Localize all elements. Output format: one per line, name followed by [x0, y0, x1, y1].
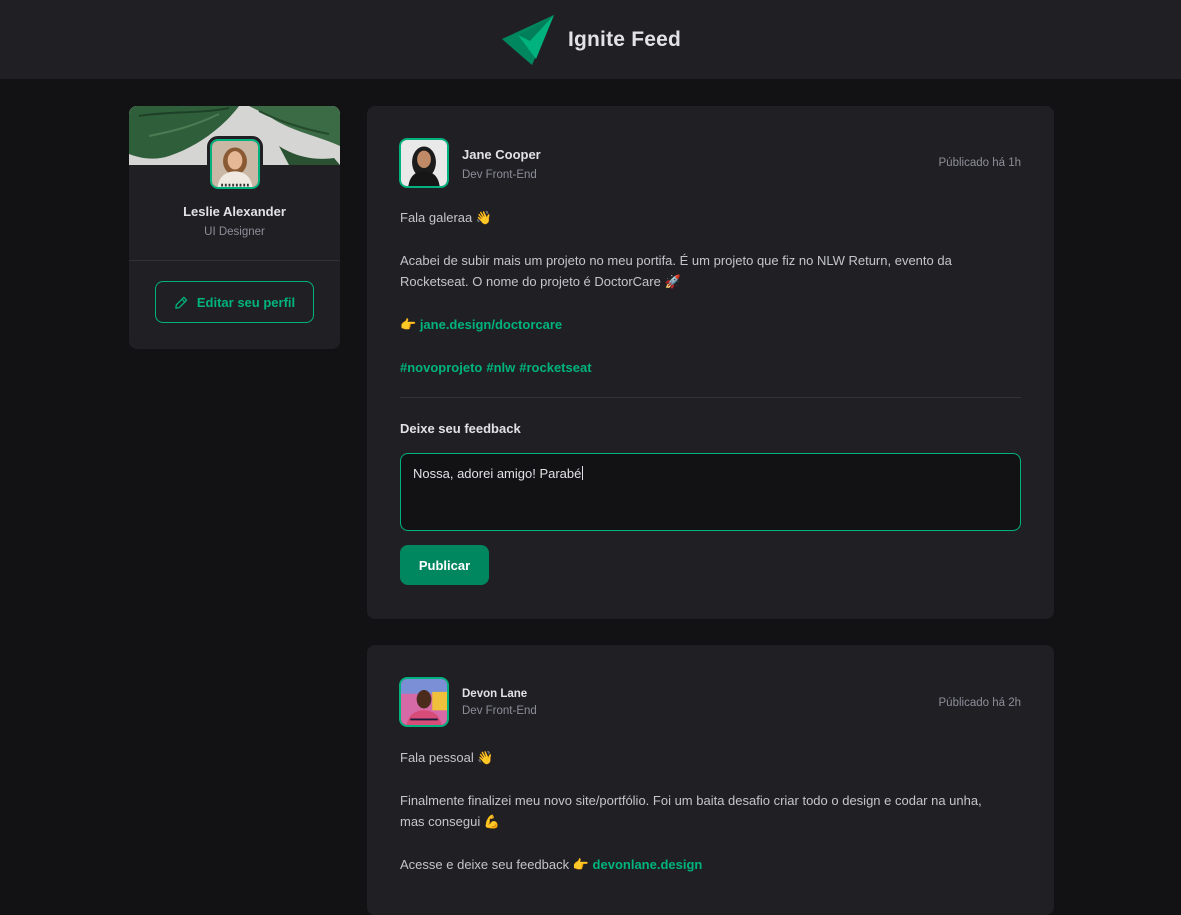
author-name[interactable]: Devon Lane	[462, 688, 527, 700]
profile-sidebar: Leslie Alexander UI Designer Editar seu …	[129, 106, 340, 349]
divider	[400, 397, 1021, 398]
pointing-hand-icon: 👉	[400, 317, 417, 332]
pointing-hand-icon: 👉	[572, 857, 589, 872]
published-time: Públicado há 1h	[938, 157, 1021, 169]
text-cursor	[582, 466, 584, 480]
post-body-line: Finalmente finalizei meu novo site/portf…	[400, 793, 982, 808]
post-card: Jane Cooper Dev Front-End Públicado há 1…	[367, 106, 1054, 619]
app-header: Ignite Feed	[0, 0, 1181, 79]
hashtags: #novoprojeto #nlw #rocketseat	[400, 357, 1020, 378]
post-link[interactable]: jane.design/doctorcare	[420, 317, 562, 332]
publish-button[interactable]: Publicar	[400, 545, 489, 585]
post-link-line: 👉 jane.design/doctorcare	[400, 314, 1020, 335]
edit-profile-button[interactable]: Editar seu perfil	[155, 281, 314, 323]
post-greeting: Fala pessoal 👋	[400, 750, 494, 765]
post-body-line: Acabei de subir mais um projeto no meu p…	[400, 253, 952, 268]
author-name[interactable]: Jane Cooper	[462, 147, 541, 162]
post-link[interactable]: devonlane.design	[593, 857, 703, 872]
divider	[129, 260, 340, 261]
author-role: Dev Front-End	[462, 705, 537, 717]
hashtag-link[interactable]: #nlw	[486, 360, 515, 375]
profile-role: UI Designer	[204, 226, 265, 238]
profile-avatar[interactable]	[207, 136, 263, 192]
author-avatar[interactable]	[396, 674, 452, 730]
published-time: Públicado há 2h	[938, 697, 1021, 709]
feedback-textarea[interactable]: Nossa, adorei amigo! Parabé	[400, 453, 1021, 531]
hashtag-link[interactable]: #rocketseat	[519, 360, 591, 375]
edit-profile-label: Editar seu perfil	[196, 294, 296, 310]
app-title: Ignite Feed	[567, 27, 682, 51]
post-greeting: Fala galeraa 👋	[400, 210, 493, 225]
post-content: Fala galeraa 👋 Acabei de subir mais um p…	[400, 207, 1020, 378]
post-body-line: mas consegui 💪	[400, 814, 501, 829]
profile-name: Leslie Alexander	[183, 204, 286, 219]
hashtag-link[interactable]: #novoprojeto	[400, 360, 482, 375]
author-role: Dev Front-End	[462, 169, 537, 181]
post-cta-text: Acesse e deixe seu feedback	[400, 857, 570, 872]
post-card: Devon Lane Dev Front-End Públicado há 2h…	[367, 645, 1054, 915]
post-body-line: Rocketseat. O nome do projeto é DoctorCa…	[400, 274, 681, 289]
post-link-line: Acesse e deixe seu feedback 👉 devonlane.…	[400, 854, 1020, 875]
pencil-icon	[174, 295, 189, 310]
post-content: Fala pessoal 👋 Finalmente finalizei meu …	[400, 747, 1020, 875]
author-avatar[interactable]	[396, 135, 452, 191]
feedback-text: Nossa, adorei amigo! Parabé	[413, 466, 582, 481]
ignite-logo-icon	[500, 14, 554, 65]
feedback-title: Deixe seu feedback	[400, 421, 521, 436]
